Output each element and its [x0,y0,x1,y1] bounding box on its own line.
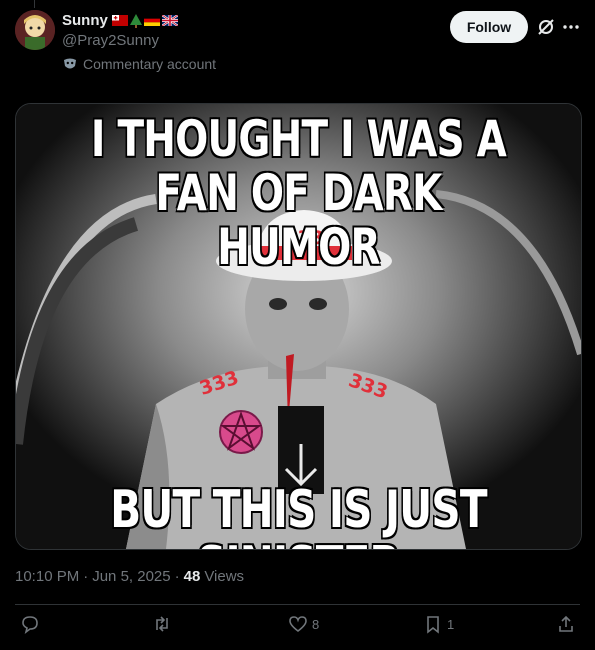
thread-line [34,0,35,8]
author-name-row[interactable]: Sunny [62,12,178,29]
name-emoji-flags [111,13,178,28]
meta-separator: · [174,568,180,585]
tweet-date[interactable]: Jun 5, 2025 [92,568,170,585]
uk-flag-icon [161,15,178,26]
tweet-media-image[interactable]: 333 333 333 I THOUGHT I WAS A FAN OF DAR… [15,103,582,550]
meme-caption-bottom: BUT THIS IS JUST SINISTER [110,480,487,549]
tonga-flag-icon [111,15,128,26]
tweet-time[interactable]: 10:10 PM [15,568,79,585]
heart-icon [289,616,307,633]
mask-icon [64,58,76,69]
bookmark-count: 1 [447,616,455,632]
meme-caption-top-line2: FAN OF DARK HUMOR [155,164,442,276]
follow-button[interactable]: Follow [450,11,528,43]
share-button[interactable] [556,614,576,634]
more-icon[interactable] [561,17,581,37]
author-name[interactable]: Sunny [62,12,108,29]
avatar[interactable] [15,10,55,50]
views-label: Views [204,568,245,585]
repost-button[interactable] [152,614,176,634]
reply-button[interactable] [20,614,44,634]
account-label-text: Commentary account [83,56,217,72]
repost-icon [156,616,168,632]
author-handle[interactable]: @Pray2Sunny [62,32,159,49]
tweet-meta: 10:10 PM · Jun 5, 2025 · 48 Views [15,568,244,585]
share-icon [559,615,573,632]
account-label[interactable]: Commentary account [63,56,216,72]
divider [15,604,580,605]
bookmark-icon [427,616,439,634]
tree-icon [129,13,142,28]
grok-icon[interactable] [536,17,556,37]
bookmark-button[interactable]: 1 [423,614,454,634]
tweet-header: Sunny @Pray2Sunny Commentary account Fol… [0,0,595,90]
reply-icon [22,616,38,634]
germany-flag-icon [143,15,160,26]
tweet-actions: 8 1 [0,614,595,642]
like-count: 8 [312,616,320,632]
views-count: 48 [183,568,201,585]
meme-caption-top-line1: I THOUGHT I WAS A [90,110,507,168]
meta-separator: · [83,568,89,585]
like-button[interactable]: 8 [288,614,319,634]
